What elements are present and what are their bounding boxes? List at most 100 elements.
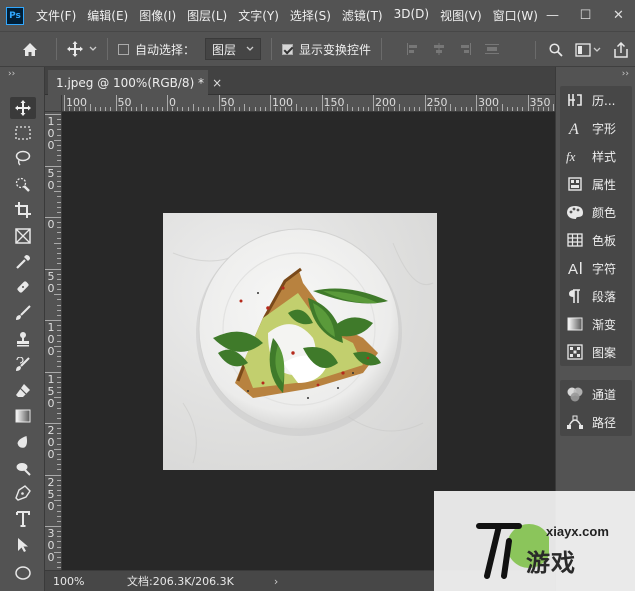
menu-type[interactable]: 文字(Y) — [238, 7, 279, 24]
minimize-button[interactable]: — — [536, 0, 569, 31]
blur-tool[interactable] — [10, 431, 36, 453]
document-image[interactable] — [163, 213, 437, 470]
align-center-icon[interactable] — [432, 42, 446, 56]
separator — [271, 38, 273, 60]
path-selection-tool[interactable] — [10, 534, 36, 556]
frame-tool[interactable] — [10, 225, 36, 247]
distribute-icon[interactable] — [484, 42, 500, 56]
ruler-minor-tick — [187, 107, 189, 111]
panel-history[interactable]: 历... — [560, 86, 632, 114]
menu-layer[interactable]: 图层(L) — [187, 7, 227, 24]
ruler-major-tick — [321, 95, 323, 111]
panel-paragraph[interactable]: 段落 — [560, 282, 632, 310]
panel-paths[interactable]: 路径 — [560, 408, 632, 436]
ruler-minor-tick — [57, 201, 61, 203]
menu-select[interactable]: 选择(S) — [290, 7, 331, 24]
quick-selection-tool[interactable] — [10, 173, 36, 195]
ruler-minor-tick — [161, 107, 163, 111]
menu-bar: Ps 文件(F) 编辑(E) 图像(I) 图层(L) 文字(Y) 选择(S) 滤… — [0, 0, 635, 31]
home-button[interactable] — [14, 36, 46, 62]
ruler-label: 50 — [117, 96, 132, 109]
panel-styles[interactable]: fx 样式 — [560, 142, 632, 170]
lasso-tool[interactable] — [10, 147, 36, 169]
ruler-origin[interactable] — [45, 95, 62, 112]
ruler-minor-tick — [54, 345, 61, 347]
eyedropper-tool[interactable] — [10, 251, 36, 273]
panel-patterns[interactable]: 图案 — [560, 338, 632, 366]
ruler-minor-tick — [336, 107, 338, 111]
menu-image[interactable]: 图像(I) — [139, 7, 176, 24]
ruler-minor-tick — [89, 104, 91, 111]
auto-select-target-dropdown[interactable]: 图层 — [205, 38, 262, 60]
panel-glyphs[interactable]: A 字形 — [560, 114, 632, 142]
ruler-minor-tick — [57, 278, 61, 280]
share-icon[interactable] — [613, 42, 629, 58]
rect-marquee-icon — [15, 126, 31, 140]
brush-tool[interactable] — [10, 302, 36, 324]
eraser-tool[interactable] — [10, 379, 36, 401]
panel-collapse-toggle[interactable]: ›› — [556, 67, 635, 81]
move-tool-preset[interactable] — [67, 41, 97, 57]
menu-view[interactable]: 视图(V) — [440, 7, 482, 24]
crop-tool[interactable] — [10, 199, 36, 221]
healing-brush-tool[interactable] — [10, 276, 36, 298]
menu-file[interactable]: 文件(F) — [36, 7, 76, 24]
document-info: 文档:206.3K/206.3K — [127, 575, 234, 588]
menu-edit[interactable]: 编辑(E) — [87, 7, 128, 24]
panel-properties[interactable]: 属性 — [560, 170, 632, 198]
pattern-icon — [566, 344, 584, 360]
ruler-minor-tick — [57, 489, 61, 491]
workspace-icon[interactable] — [575, 43, 601, 57]
toolbar-collapse-toggle[interactable]: ›› — [0, 67, 44, 81]
gradient-tool[interactable] — [10, 405, 36, 427]
ruler-minor-tick — [486, 107, 488, 111]
move-tool[interactable] — [10, 97, 36, 119]
ruler-minor-tick — [57, 469, 61, 471]
ruler-minor-tick — [94, 107, 96, 111]
ruler-minor-tick — [57, 515, 61, 517]
document-tab[interactable]: 1.jpeg @ 100%(RGB/8) * × — [48, 70, 222, 95]
ruler-minor-tick — [57, 232, 61, 234]
ruler-minor-tick — [542, 107, 544, 111]
panel-color[interactable]: 颜色 — [560, 198, 632, 226]
frame-icon — [15, 228, 31, 244]
align-buttons — [406, 42, 500, 56]
svg-text:A: A — [568, 261, 578, 276]
channels-icon — [566, 386, 584, 402]
vertical-ruler[interactable]: 1 0 0 5 0 0 5 0 1 0 0 1 5 0 2 0 0 2 5 0 3 0 0 — [45, 112, 62, 570]
close-button[interactable]: ✕ — [602, 0, 635, 31]
ruler-minor-tick — [57, 479, 61, 481]
panel-channels[interactable]: 通道 — [560, 380, 632, 408]
ruler-minor-tick — [105, 107, 107, 111]
align-right-icon[interactable] — [458, 42, 472, 56]
zoom-level[interactable]: 100% — [45, 575, 93, 588]
marquee-tool[interactable] — [10, 122, 36, 144]
auto-select-checkbox[interactable] — [118, 43, 129, 55]
ruler-minor-tick — [57, 211, 61, 213]
horizontal-ruler[interactable]: 100 50 0 50 100 150 200 250 300 350 — [62, 95, 555, 112]
menu-filter[interactable]: 滤镜(T) — [342, 7, 383, 24]
panel-character[interactable]: A 字符 — [560, 254, 632, 282]
ruler-minor-tick — [409, 107, 411, 111]
maximize-button[interactable]: ☐ — [569, 0, 602, 31]
tab-close-button[interactable]: × — [212, 76, 222, 90]
panel-gradients[interactable]: 渐变 — [560, 310, 632, 338]
menu-window[interactable]: 窗口(W) — [493, 7, 538, 24]
panel-swatches[interactable]: 色板 — [560, 226, 632, 254]
ruler-minor-tick — [316, 107, 318, 111]
history-brush-tool[interactable] — [10, 354, 36, 376]
status-menu-arrow[interactable]: › — [274, 575, 278, 588]
menu-3d[interactable]: 3D(D) — [394, 7, 429, 24]
ruler-minor-tick — [57, 407, 61, 409]
shape-tool[interactable] — [10, 562, 36, 584]
type-tool[interactable] — [10, 508, 36, 530]
show-transform-checkbox[interactable] — [282, 43, 294, 55]
search-icon[interactable] — [549, 43, 563, 57]
dodge-tool[interactable] — [10, 457, 36, 479]
ruler-minor-tick — [57, 124, 61, 126]
panel-character-label: 字符 — [592, 261, 617, 276]
panel-swatches-label: 色板 — [592, 233, 617, 248]
clone-stamp-tool[interactable] — [10, 328, 36, 350]
align-left-icon[interactable] — [406, 42, 420, 56]
pen-tool[interactable] — [10, 482, 36, 504]
